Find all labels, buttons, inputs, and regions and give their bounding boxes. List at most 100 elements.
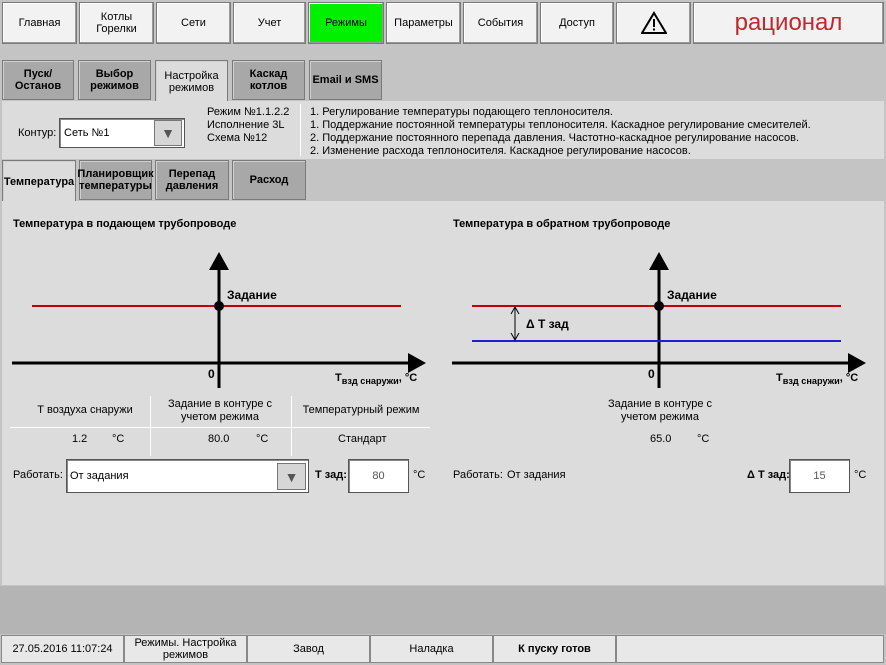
mode-line: Схема №12 — [207, 132, 268, 144]
nav-button-metering[interactable]: Учет — [233, 2, 306, 44]
nav-button-parameters[interactable]: Параметры — [386, 2, 461, 44]
delta-t-value: 15 — [813, 470, 826, 482]
contour-select[interactable]: Сеть №1 ▼ — [59, 118, 185, 148]
tab-label: Email и SMS — [312, 74, 379, 86]
tab-pressure-drop[interactable]: Перепад давления — [155, 160, 229, 200]
setpoint-value: 80.0 — [208, 433, 230, 445]
mode-description-line: 2. Поддержание постоянного перепада давл… — [310, 132, 800, 144]
tset-unit: °С — [413, 469, 426, 481]
setpoint-marker — [654, 301, 664, 311]
return-setpoint-header: Задание в контуре с учетом режима — [607, 398, 713, 423]
outdoor-temp-header: Т воздуха снаружи — [37, 404, 133, 416]
work-label: Работать: — [13, 469, 63, 481]
status-screen: Режимы. Настройка режимов — [124, 635, 247, 663]
mode-line: Исполнение 3L — [207, 119, 285, 131]
delta-label: Δ Т зад — [526, 317, 569, 331]
status-text: Режимы. Настройка режимов — [134, 637, 237, 661]
mode-description-line: 1. Поддержание постоянной температуры те… — [310, 119, 811, 131]
contour-label: Контур: — [18, 127, 57, 139]
chevron-down-icon[interactable]: ▼ — [277, 463, 306, 490]
mode-line: Режим №1.1.2.2 — [207, 106, 290, 118]
temp-mode-header: Температурный режим — [302, 404, 420, 416]
axis-label-sub: взд снаружи — [341, 376, 399, 387]
nav-label: Параметры — [394, 17, 453, 29]
tab-label: Температура — [3, 175, 75, 188]
x-axis-arrow-icon — [408, 353, 426, 373]
status-ready: К пуску готов — [493, 635, 616, 663]
status-site: Завод — [247, 635, 370, 663]
setpoint-unit: °С — [256, 433, 269, 445]
tab-flow[interactable]: Расход — [232, 160, 306, 200]
table-divider — [150, 396, 151, 456]
tab-label: Выбор режимов — [90, 68, 139, 92]
x-axis-arrow-icon — [848, 353, 866, 373]
status-text: Завод — [293, 643, 324, 655]
tab-temperature[interactable]: Температура — [2, 160, 76, 202]
alarm-button[interactable] — [616, 2, 691, 44]
work-mode-select[interactable]: От задания ▼ — [66, 459, 309, 493]
temp-mode-value: Стандарт — [338, 433, 387, 445]
nav-label: Учет — [257, 17, 282, 29]
tab-mode-settings[interactable]: Настройка режимов — [155, 60, 228, 102]
outdoor-temp-unit: °С — [112, 433, 125, 445]
nav-button-main[interactable]: Главная — [2, 2, 77, 44]
status-text: 27.05.2016 11:07:24 — [12, 643, 113, 655]
y-axis-arrow-icon — [649, 252, 669, 270]
zero-label: 0 — [208, 367, 215, 381]
nav-button-events[interactable]: События — [463, 2, 538, 44]
mode-description-line: 2. Изменение расхода теплоносителя. Каск… — [310, 145, 691, 157]
return-setpoint-unit: °С — [697, 433, 710, 445]
setpoint-label: Задание — [227, 288, 277, 302]
tab-mode-select[interactable]: Выбор режимов — [78, 60, 151, 100]
axis-label-unit: , °С — [398, 372, 418, 384]
setpoint-label: Задание — [667, 288, 717, 302]
tset-input[interactable]: 80 — [348, 459, 409, 493]
supply-chart-title: Температура в подающем трубопроводе — [13, 218, 237, 230]
y-axis-arrow-icon — [209, 252, 229, 270]
axis-label: Твзд снаружи, °С — [335, 372, 417, 386]
work-label: Работать: — [453, 469, 503, 481]
nav-label: Доступ — [559, 17, 595, 29]
delta-t-label: Δ Т зад: — [747, 469, 790, 481]
brand-text: рационал — [734, 9, 843, 36]
divider — [300, 104, 301, 156]
contour-value: Сеть №1 — [64, 127, 110, 139]
outdoor-temp-value: 1.2 — [72, 433, 88, 445]
table-divider — [10, 427, 430, 428]
nav-label: Режимы — [325, 17, 367, 29]
status-text: К пуску готов — [518, 643, 591, 655]
tab-start-stop[interactable]: Пуск/Останов — [2, 60, 74, 100]
chevron-down-icon[interactable]: ▼ — [154, 120, 182, 146]
axis-label: Твзд снаружи, °С — [776, 372, 858, 386]
axis-label-main: Т — [776, 372, 783, 384]
tab-label: Расход — [249, 174, 289, 186]
axis-label-sub: взд снаружи — [782, 376, 840, 387]
delta-t-input[interactable]: 15 — [789, 459, 850, 493]
tset-label: Т зад: — [315, 469, 347, 481]
tab-temperature-scheduler[interactable]: Планировщик температуры — [77, 160, 154, 200]
warning-icon — [640, 11, 667, 34]
footer-band — [0, 586, 886, 634]
status-extra — [616, 635, 884, 663]
status-text: Наладка — [409, 643, 454, 655]
nav-button-boilers[interactable]: Котлы Горелки — [79, 2, 154, 44]
tab-label: Пуск/Останов — [14, 68, 62, 92]
nav-label: События — [477, 17, 524, 29]
delta-t-unit: °С — [854, 469, 867, 481]
tab-label: Планировщик температуры — [77, 168, 154, 192]
brand-logo: рационал — [693, 2, 884, 44]
return-setpoint-value: 65.0 — [650, 433, 672, 445]
nav-button-access[interactable]: Доступ — [540, 2, 614, 44]
tab-boiler-cascade[interactable]: Каскад котлов — [232, 60, 305, 100]
work-mode-value: От задания — [70, 470, 129, 482]
tab-email-sms[interactable]: Email и SMS — [309, 60, 382, 100]
tab-label: Перепад давления — [165, 168, 219, 192]
status-mode: Наладка — [370, 635, 493, 663]
setpoint-marker — [214, 301, 224, 311]
axis-label-unit: , °С — [839, 372, 859, 384]
setpoint-header: Задание в контуре с учетом режима — [167, 398, 273, 423]
nav-label: Сети — [181, 17, 206, 29]
nav-button-networks[interactable]: Сети — [156, 2, 231, 44]
tab-label: Каскад котлов — [249, 68, 288, 92]
nav-button-modes[interactable]: Режимы — [308, 2, 384, 44]
